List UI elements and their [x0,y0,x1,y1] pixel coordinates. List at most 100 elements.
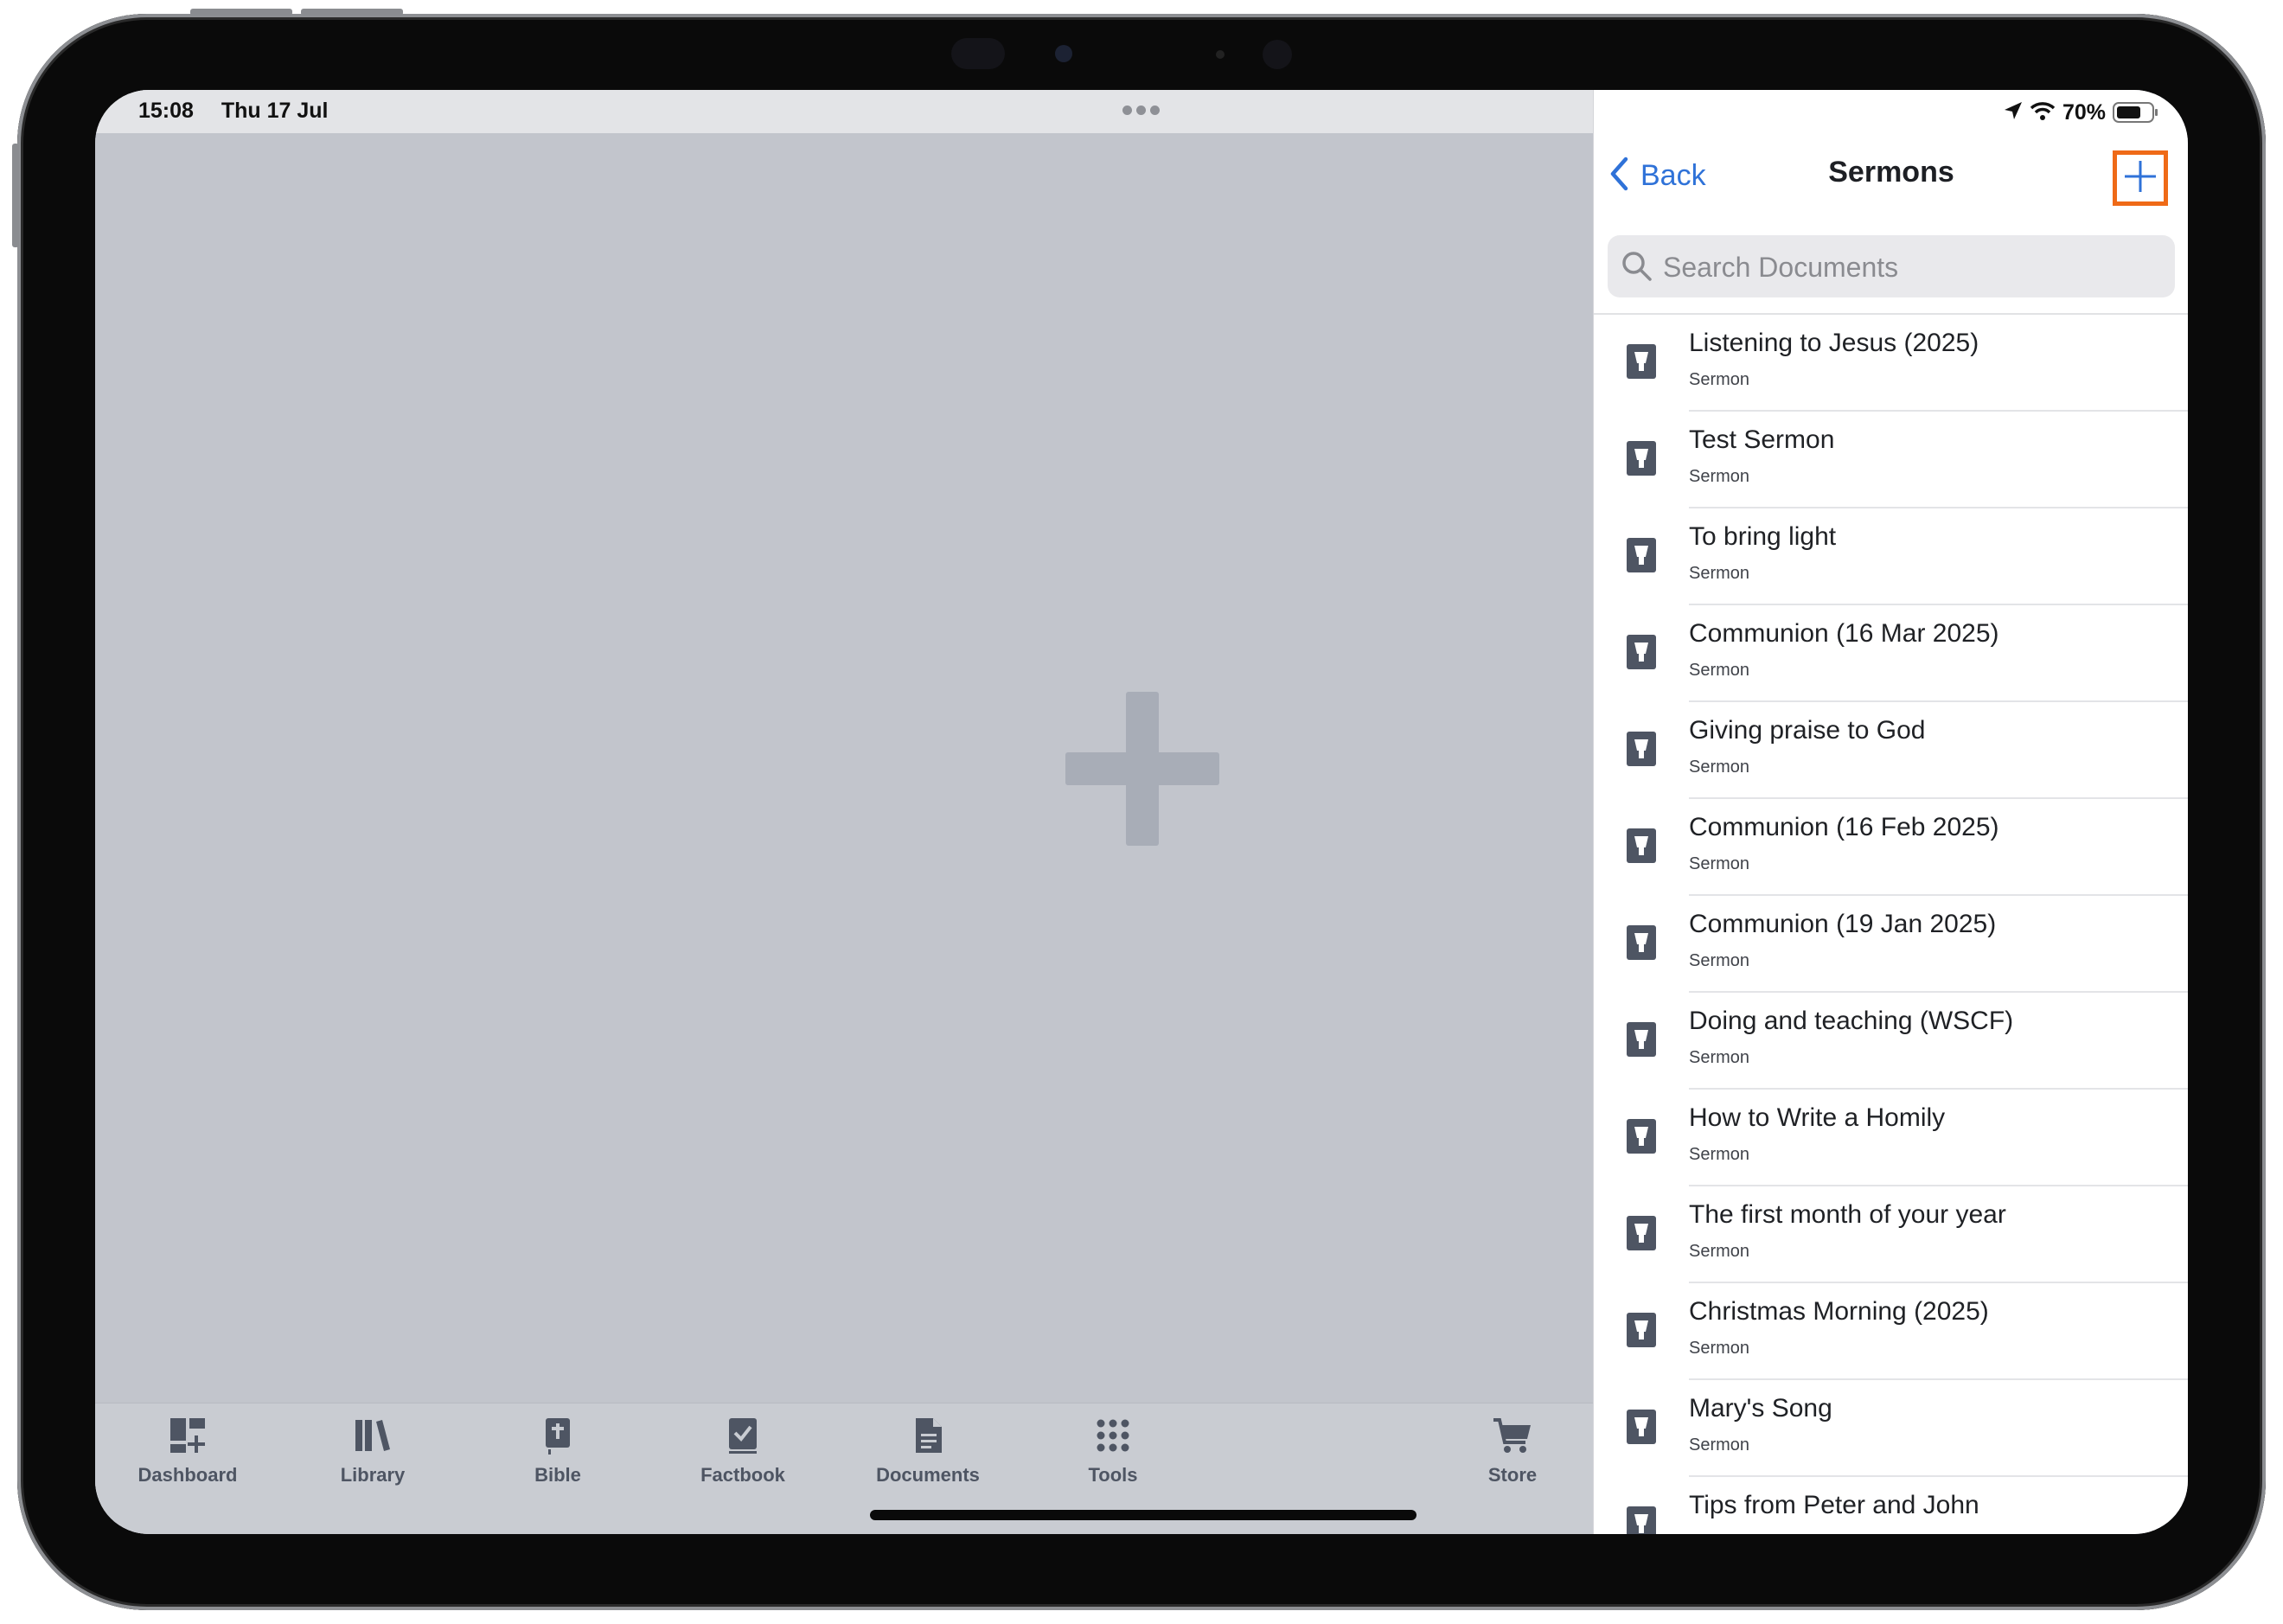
tab-label: Tools [1088,1464,1138,1486]
list-item[interactable]: Mary's Song Sermon [1594,1380,2188,1477]
wifi-icon [2030,100,2056,125]
tools-icon [1091,1414,1135,1457]
add-document-button[interactable] [2113,150,2168,206]
tab-label: Documents [876,1464,980,1486]
search-icon [1621,251,1653,282]
tab-label: Store [1487,1464,1538,1486]
list-item[interactable]: Doing and teaching (WSCF) Sermon [1594,993,2188,1090]
document-type: Sermon [1689,661,1750,680]
back-button[interactable]: Back [1609,154,1706,197]
sermon-cup-icon [1627,828,1656,863]
list-item[interactable]: Communion (16 Feb 2025) Sermon [1594,799,2188,896]
list-item[interactable]: Giving praise to God Sermon [1594,702,2188,799]
status-icons: 70% [2004,99,2158,126]
factbook-icon [721,1414,764,1457]
status-time: 15:08 [138,99,194,123]
document-title: Tips from Peter and John [1689,1491,1979,1519]
document-title: To bring light [1689,522,1837,551]
document-title: Mary's Song [1689,1394,1832,1423]
chevron-left-icon [1609,157,1628,195]
document-title: Communion (16 Mar 2025) [1689,619,1999,648]
sermon-cup-icon [1627,1410,1656,1444]
document-type: Sermon [1689,564,1750,583]
screen: 15:08 Thu 17 Jul Dashboard Library Bible… [95,90,2188,1534]
sermon-cup-icon [1627,441,1656,476]
multitasking-menu-icon[interactable] [1122,105,1161,116]
document-title: How to Write a Homily [1689,1103,1946,1132]
document-list: Listening to Jesus (2025) Sermon Test Ser… [1594,315,2188,1534]
document-type: Sermon [1689,1339,1750,1358]
tab-tools[interactable]: Tools [1031,1414,1195,1509]
list-item[interactable]: Christmas Morning (2025) Sermon [1594,1283,2188,1380]
document-type: Sermon [1689,1145,1750,1164]
top-button [12,144,19,247]
empty-document-area: 15:08 Thu 17 Jul Dashboard Library Bible… [95,90,1593,1534]
sermon-cup-icon [1627,732,1656,766]
volume-up-button [190,9,292,16]
documents-icon [906,1414,950,1457]
sermon-cup-icon [1627,538,1656,572]
document-type: Sermon [1689,370,1750,389]
document-title: Communion (16 Feb 2025) [1689,813,1999,841]
list-item[interactable]: To bring light Sermon [1594,508,2188,605]
tab-dashboard[interactable]: Dashboard [106,1414,270,1509]
document-title: Listening to Jesus (2025) [1689,329,1979,357]
sermon-cup-icon [1627,925,1656,960]
document-type: Sermon [1689,1242,1750,1261]
tab-label: Factbook [700,1464,785,1486]
sermon-cup-icon [1627,1022,1656,1057]
sermon-cup-icon [1627,1216,1656,1250]
battery-percentage: 70% [2062,99,2106,125]
tab-bible[interactable]: Bible [476,1414,640,1509]
new-document-plus-icon[interactable] [1065,692,1219,846]
search-input[interactable] [1661,244,2166,291]
document-type: Sermon [1689,758,1750,777]
document-type: Sermon [1689,1532,1749,1534]
documents-panel: 70% Sermons Back Listening to Jesus (202… [1593,90,2188,1534]
library-icon [351,1414,394,1457]
battery-icon [2113,102,2158,123]
sermon-cup-icon [1627,344,1656,379]
list-item[interactable]: How to Write a Homily Sermon [1594,1090,2188,1186]
list-item[interactable]: The first month of your year Sermon [1594,1186,2188,1283]
tab-library[interactable]: Library [291,1414,455,1509]
document-type: Sermon [1689,854,1750,873]
sermon-cup-icon [1627,1313,1656,1347]
plus-icon [2123,159,2158,198]
tab-store[interactable]: Store [1456,1414,1569,1509]
status-date: Thu 17 Jul [221,99,329,123]
document-type: Sermon [1689,467,1750,486]
list-item[interactable]: Test Sermon Sermon [1594,412,2188,508]
sermon-cup-icon [1627,1119,1656,1154]
list-item[interactable]: Tips from Peter and John Sermon [1594,1477,2188,1534]
list-item[interactable]: Communion (16 Mar 2025) Sermon [1594,605,2188,702]
document-title: Christmas Morning (2025) [1689,1297,1989,1326]
document-type: Sermon [1689,951,1750,970]
volume-down-button [301,9,403,16]
camera-housing [934,33,1323,74]
list-item[interactable]: Communion (19 Jan 2025) Sermon [1594,896,2188,993]
search-bar[interactable] [1608,235,2175,297]
front-camera [1055,45,1072,62]
cart-icon [1491,1414,1534,1457]
location-icon [2004,101,2023,125]
dashboard-icon [166,1414,209,1457]
document-title: Giving praise to God [1689,716,1926,745]
document-type: Sermon [1689,1048,1750,1067]
sermon-cup-icon [1627,1506,1656,1534]
document-title: Test Sermon [1689,425,1835,454]
document-title: The first month of your year [1689,1200,2006,1229]
sermon-cup-icon [1627,635,1656,669]
tab-label: Library [340,1464,406,1486]
tab-factbook[interactable]: Factbook [661,1414,825,1509]
bible-icon [536,1414,579,1457]
home-indicator[interactable] [870,1510,1416,1520]
tab-label: Dashboard [137,1464,238,1486]
document-type: Sermon [1689,1435,1750,1455]
back-label: Back [1640,158,1706,192]
document-title: Doing and teaching (WSCF) [1689,1007,2014,1035]
list-item[interactable]: Listening to Jesus (2025) Sermon [1594,315,2188,412]
tab-documents[interactable]: Documents [846,1414,1010,1509]
document-title: Communion (19 Jan 2025) [1689,910,1997,938]
tab-label: Bible [534,1464,581,1486]
